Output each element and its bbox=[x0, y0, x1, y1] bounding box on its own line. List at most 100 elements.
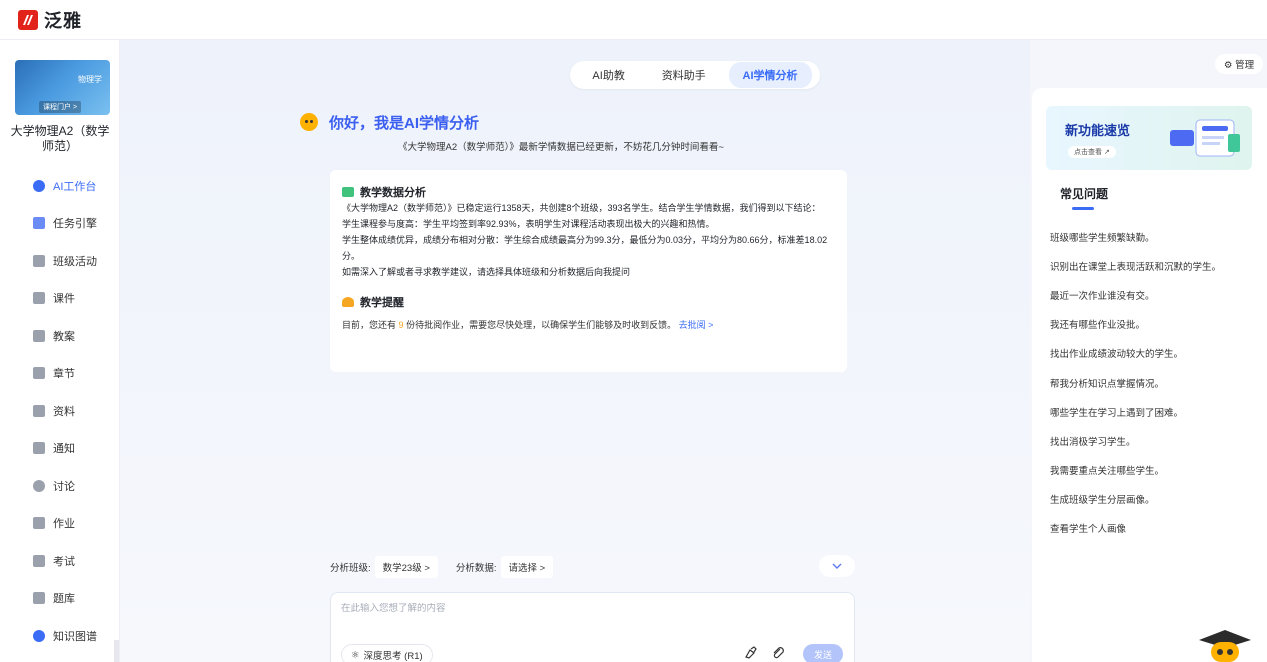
data-select[interactable]: 请选择 > bbox=[500, 556, 554, 578]
atom-icon: ⚛ bbox=[351, 649, 360, 661]
faq-item[interactable]: 查看学生个人画像 bbox=[1050, 514, 1260, 543]
faq-item[interactable]: 识别出在课堂上表现活跃和沉默的学生。 bbox=[1050, 251, 1260, 280]
grid-icon bbox=[33, 254, 45, 267]
sidebar-item-label: 题库 bbox=[53, 593, 75, 606]
sidebar-nav: AI工作台 任务引擎 班级活动 课件 教案 章节 资料 通知 讨论 作业 考试 … bbox=[0, 167, 120, 655]
reminder-text: 目前，您还有 9 份待批阅作业，需要您尽快处理，以确保学生们能够及时收到反馈。 … bbox=[342, 318, 835, 331]
chat-icon bbox=[33, 479, 45, 492]
course-title: 大学物理A2（数学师范） bbox=[10, 124, 110, 153]
faq-title: 常见问题 bbox=[1060, 187, 1109, 201]
reminder-prefix: 目前，您还有 bbox=[342, 320, 397, 330]
chat-composer: ⚛ 深度思考 (R1) 发送 bbox=[330, 592, 855, 662]
sidebar-scrollbar[interactable] bbox=[114, 640, 119, 662]
mascot-assistant-icon[interactable] bbox=[1195, 628, 1255, 662]
banner-title: 新功能速览 bbox=[1065, 123, 1131, 138]
attachment-icon[interactable] bbox=[771, 646, 785, 662]
sidebar-item-label: 章节 bbox=[53, 368, 75, 381]
analysis-line-3: 学生整体成绩优异，成绩分布相对分散：学生综合成绩最高分为99.3分，最低分为0.… bbox=[342, 235, 828, 261]
ai-icon bbox=[33, 179, 45, 192]
list-icon bbox=[33, 367, 45, 380]
sidebar-item-label: 资料 bbox=[53, 405, 75, 418]
sidebar-item-task-engine[interactable]: 任务引擎 bbox=[0, 205, 120, 243]
chat-input[interactable] bbox=[341, 603, 821, 614]
robot-avatar-icon bbox=[300, 113, 318, 131]
sidebar-item-notices[interactable]: 通知 bbox=[0, 430, 120, 468]
reminder-title-text: 教学提醒 bbox=[360, 297, 404, 309]
analysis-filters: 分析班级: 数学23级 > 分析数据: 请选择 > bbox=[330, 556, 571, 578]
collapse-toggle[interactable] bbox=[819, 555, 855, 577]
faq-item[interactable]: 最近一次作业谁没有交。 bbox=[1050, 280, 1260, 309]
speaker-icon bbox=[33, 442, 45, 455]
faq-item[interactable]: 找出作业成绩波动较大的学生。 bbox=[1050, 339, 1260, 368]
bell-icon bbox=[342, 297, 354, 307]
sidebar-item-lesson-plan[interactable]: 教案 bbox=[0, 317, 120, 355]
sidebar-item-label: AI工作台 bbox=[53, 180, 97, 193]
analysis-line-4: 如需深入了解或者寻求教学建议，请选择具体班级和分析数据后向我提问 bbox=[342, 267, 631, 277]
go-review-link[interactable]: 去批阅 > bbox=[679, 320, 714, 330]
reminder-section-title: 教学提醒 bbox=[342, 294, 835, 310]
tab-ai-learning-analysis[interactable]: AI学情分析 bbox=[728, 62, 812, 88]
sidebar-item-homework[interactable]: 作业 bbox=[0, 505, 120, 543]
edit-icon bbox=[33, 517, 45, 530]
faq-list: 班级哪些学生频繁缺勤。 识别出在课堂上表现活跃和沉默的学生。 最近一次作业谁没有… bbox=[1050, 222, 1260, 543]
faq-item[interactable]: 哪些学生在学习上遇到了困难。 bbox=[1050, 397, 1260, 426]
sidebar-item-ai-workbench[interactable]: AI工作台 bbox=[0, 167, 120, 205]
faq-item[interactable]: 我还有哪些作业没批。 bbox=[1050, 310, 1260, 339]
stack-icon bbox=[33, 592, 45, 605]
tab-material-assistant[interactable]: 资料助手 bbox=[648, 62, 720, 88]
task-icon bbox=[33, 217, 45, 230]
sidebar: 物理学 课程门户 > 大学物理A2（数学师范） AI工作台 任务引擎 班级活动 … bbox=[0, 40, 120, 662]
sidebar-item-label: 作业 bbox=[53, 518, 75, 531]
analysis-card: 教学数据分析 《大学物理A2（数学师范）》已稳定运行1358天，共创建8个班级，… bbox=[330, 170, 847, 372]
sidebar-item-materials[interactable]: 资料 bbox=[0, 392, 120, 430]
file-icon bbox=[33, 292, 45, 305]
analysis-line-2: 学生课程参与度高：学生平均签到率92.93%，表明学生对课程活动表现出极大的兴趣… bbox=[342, 219, 715, 229]
sidebar-item-knowledge-graph[interactable]: 知识图谱 bbox=[0, 617, 120, 655]
deep-think-label: 深度思考 (R1) bbox=[363, 651, 423, 662]
faq-item[interactable]: 找出消极学习学生。 bbox=[1050, 426, 1260, 455]
sidebar-item-question-bank[interactable]: 题库 bbox=[0, 580, 120, 618]
clear-brush-icon[interactable] bbox=[743, 646, 757, 662]
sidebar-item-class-activity[interactable]: 班级活动 bbox=[0, 242, 120, 280]
deep-think-button[interactable]: ⚛ 深度思考 (R1) bbox=[341, 644, 433, 662]
analysis-line-1: 《大学物理A2（数学师范）》已稳定运行1358天，共创建8个班级，393名学生。… bbox=[342, 203, 821, 213]
faq-item[interactable]: 班级哪些学生频繁缺勤。 bbox=[1050, 222, 1260, 251]
analysis-title-text: 教学数据分析 bbox=[360, 187, 426, 199]
doc-icon bbox=[33, 329, 45, 342]
faq-item[interactable]: 生成班级学生分层画像。 bbox=[1050, 485, 1260, 514]
course-portal-link[interactable]: 课程门户 > bbox=[39, 101, 82, 113]
course-cover-image[interactable]: 物理学 课程门户 > bbox=[15, 60, 110, 115]
sidebar-item-discussion[interactable]: 讨论 bbox=[0, 467, 120, 505]
sidebar-item-label: 通知 bbox=[53, 443, 75, 456]
sidebar-item-label: 任务引擎 bbox=[53, 218, 97, 231]
right-panel: 新功能速览 点击查看 ↗ 常见问题 班级哪些学生频繁缺勤。 识别出在课堂上表现活… bbox=[1032, 88, 1267, 662]
graph-icon bbox=[33, 629, 45, 642]
faq-underline bbox=[1072, 207, 1094, 210]
folder-icon bbox=[33, 404, 45, 417]
manage-button[interactable]: ⚙ 管理 bbox=[1215, 54, 1263, 74]
class-filter-label: 分析班级: bbox=[330, 563, 371, 574]
greeting-subtitle: 《大学物理A2（数学师范）》最新学情数据已经更新，不妨花几分钟时间看看~ bbox=[398, 142, 724, 153]
send-button[interactable]: 发送 bbox=[803, 644, 843, 662]
sidebar-item-courseware[interactable]: 课件 bbox=[0, 280, 120, 318]
sidebar-item-label: 考试 bbox=[53, 555, 75, 568]
sidebar-item-label: 课件 bbox=[53, 293, 75, 306]
fanya-logo-icon[interactable] bbox=[18, 9, 38, 30]
sidebar-item-label: 知识图谱 bbox=[53, 630, 97, 643]
chart-icon bbox=[342, 187, 354, 197]
sidebar-item-label: 教案 bbox=[53, 330, 75, 343]
new-features-banner[interactable]: 新功能速览 点击查看 ↗ bbox=[1046, 106, 1252, 170]
data-filter-label: 分析数据: bbox=[455, 563, 497, 574]
analysis-section-title: 教学数据分析 bbox=[342, 184, 835, 200]
main-content: AI助教 资料助手 AI学情分析 你好，我是AI学情分析 《大学物理A2（数学师… bbox=[120, 40, 1030, 662]
banner-view-button[interactable]: 点击查看 ↗ bbox=[1068, 146, 1116, 158]
tab-ai-assistant[interactable]: AI助教 bbox=[578, 62, 638, 88]
feature-illustration-icon bbox=[1170, 119, 1240, 157]
chevron-down-icon bbox=[832, 561, 842, 572]
faq-item[interactable]: 帮我分析知识点掌握情况。 bbox=[1050, 368, 1260, 397]
class-select[interactable]: 数学23级 > bbox=[374, 556, 438, 578]
sidebar-item-chapters[interactable]: 章节 bbox=[0, 355, 120, 393]
sidebar-item-exam[interactable]: 考试 bbox=[0, 542, 120, 580]
faq-item[interactable]: 我需要重点关注哪些学生。 bbox=[1050, 456, 1260, 485]
sidebar-item-label: 班级活动 bbox=[53, 255, 97, 268]
